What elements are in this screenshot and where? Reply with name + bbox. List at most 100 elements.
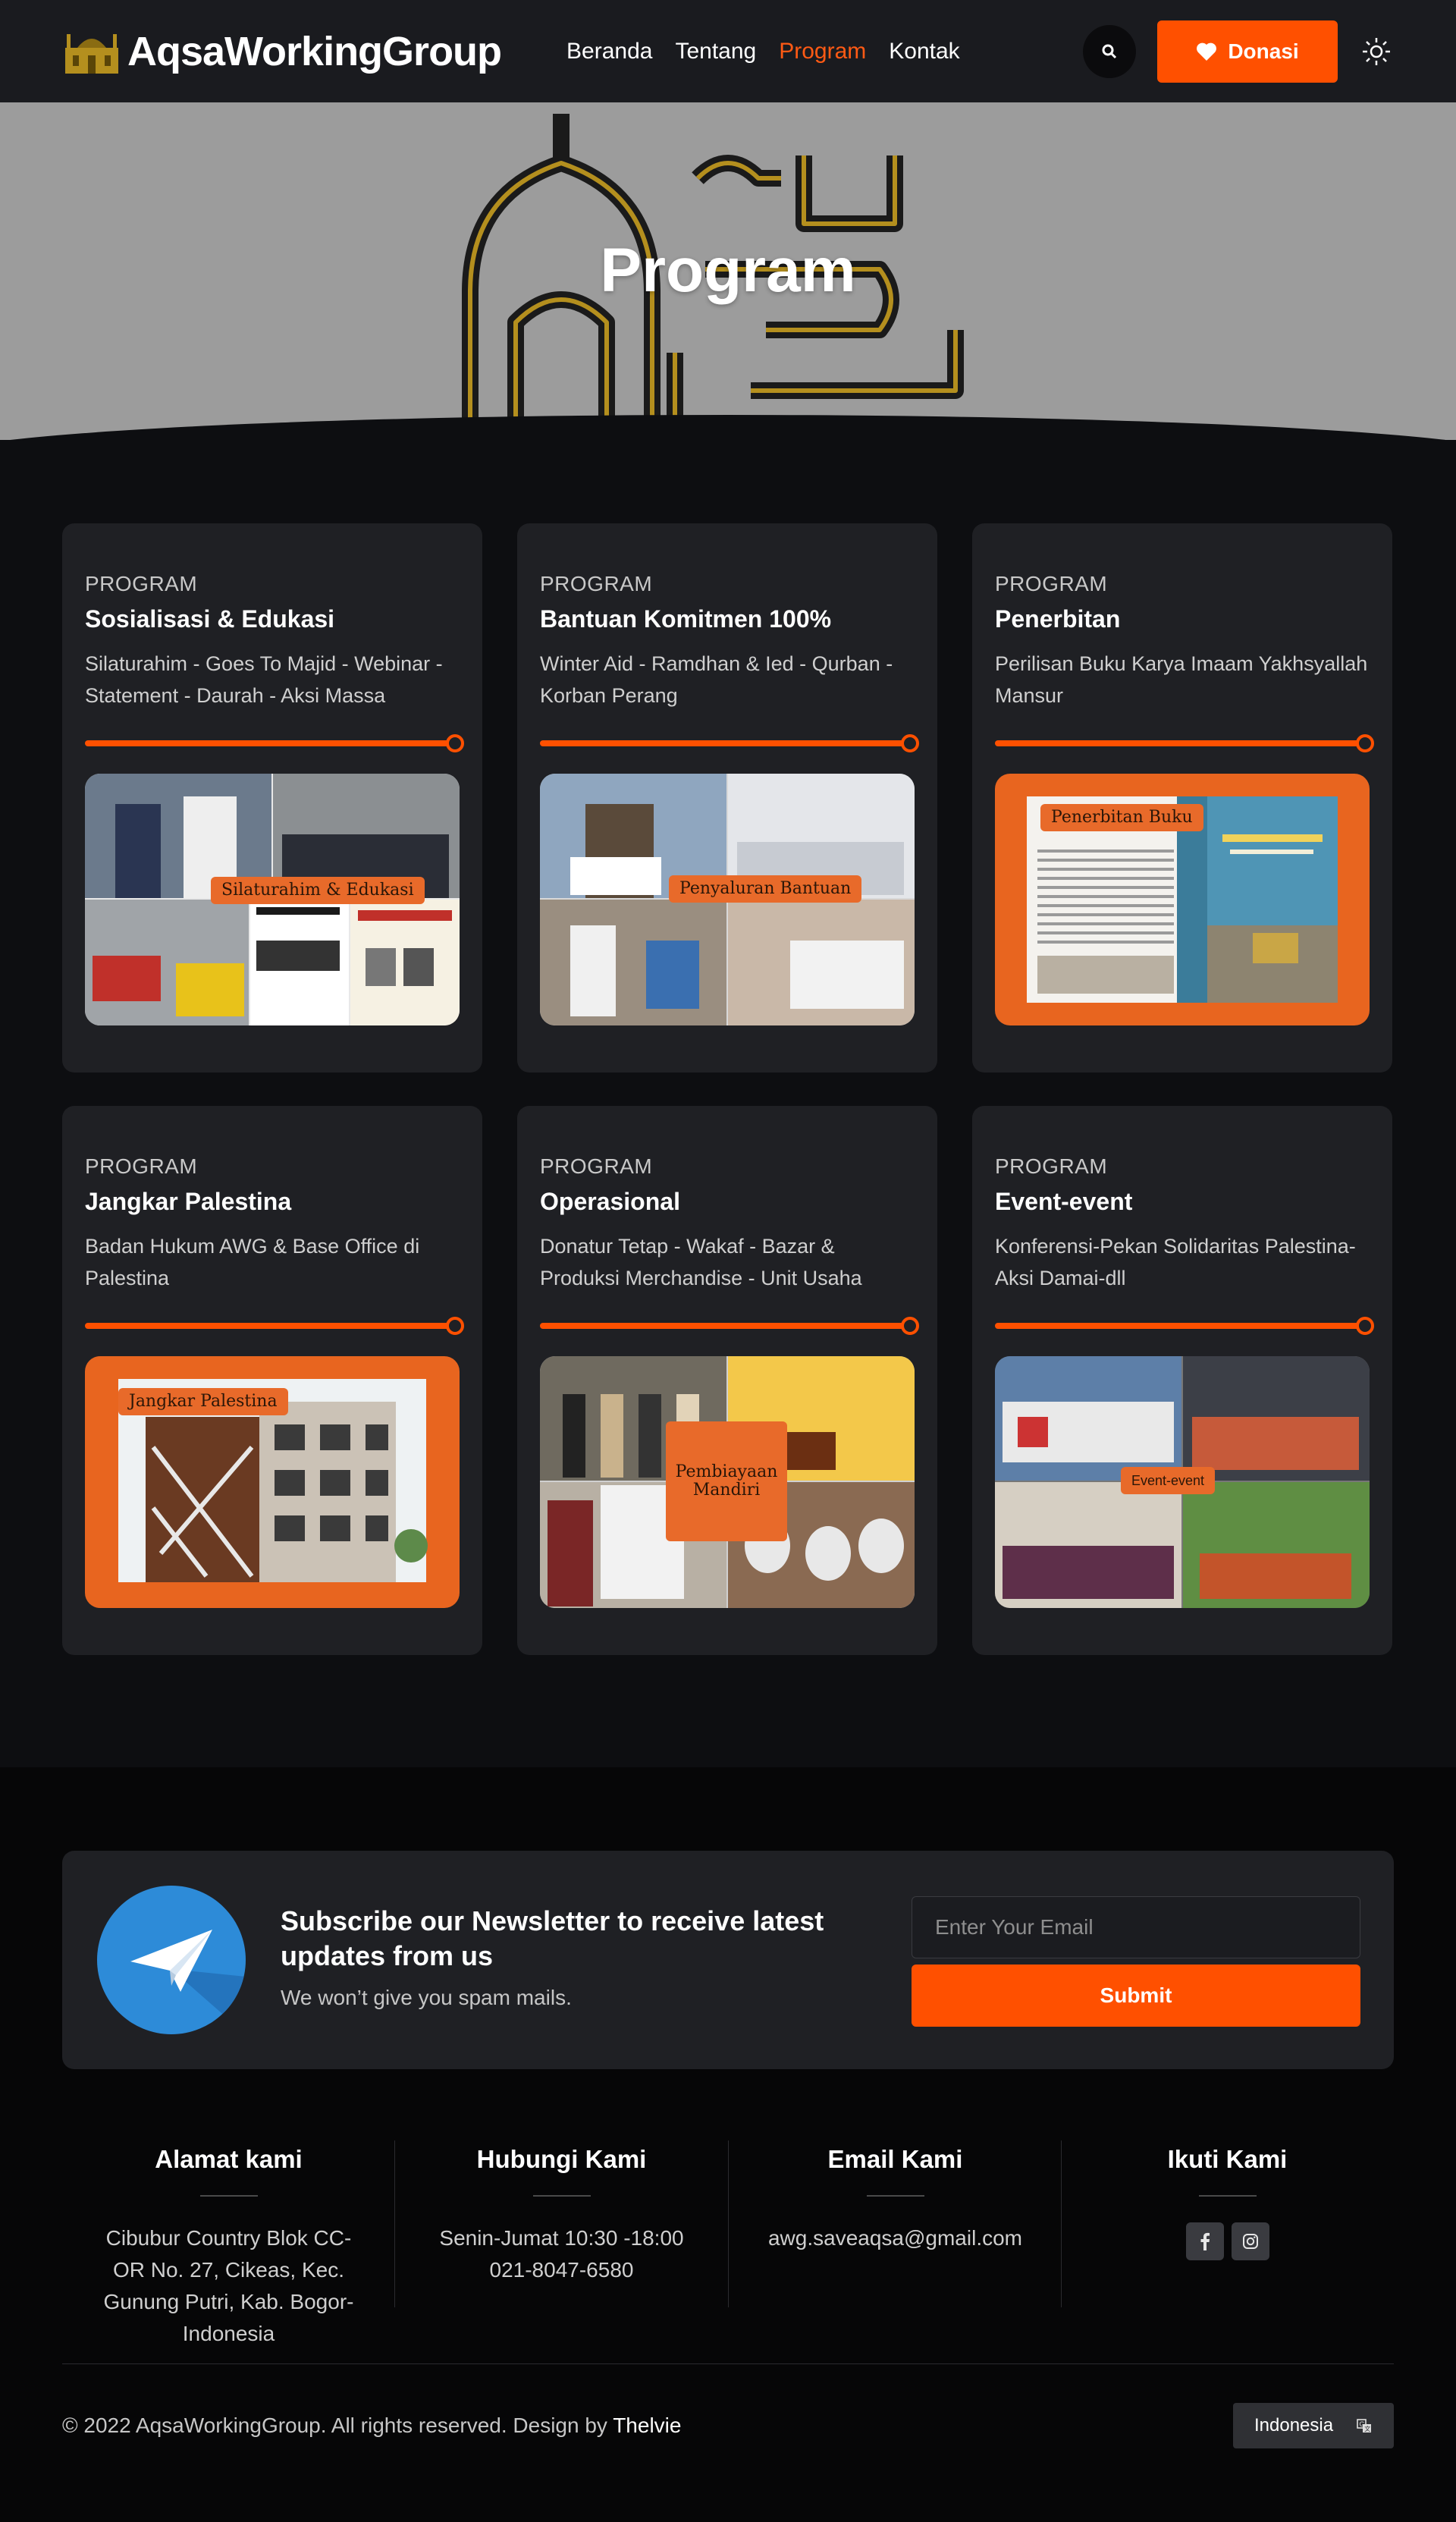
- card-description: Perilisan Buku Karya Imaam Yakhsyallah M…: [995, 652, 1368, 707]
- hero-curve: [0, 415, 1456, 440]
- card-eyebrow: PROGRAM: [540, 572, 653, 595]
- card-eyebrow: PROGRAM: [995, 572, 1108, 595]
- progress-bar: [85, 734, 464, 752]
- program-card-bantuan[interactable]: PROGRAM Bantuan Komitmen 100% Winter Aid…: [517, 523, 937, 1073]
- submit-button[interactable]: Submit: [912, 1965, 1360, 2027]
- heart-icon: [1197, 42, 1217, 61]
- card-image-tag: Event-event: [1121, 1467, 1216, 1494]
- card-description: Badan Hukum AWG & Base Office di Palesti…: [85, 1235, 420, 1289]
- card-image-tag: Pembiayaan Mandiri: [666, 1421, 787, 1541]
- card-title: Penerbitan: [995, 605, 1121, 633]
- donate-button[interactable]: Donasi: [1157, 20, 1338, 83]
- office-hours: Senin-Jumat 10:30 -18:00: [439, 2226, 684, 2250]
- card-image-collage[interactable]: Silaturahim & Edukasi: [85, 774, 460, 1025]
- divider: [1198, 2195, 1257, 2197]
- card-eyebrow: PROGRAM: [85, 572, 198, 595]
- card-title: Sosialisasi & Edukasi: [85, 605, 335, 633]
- progress-handle: [446, 1317, 464, 1335]
- footer-email: Email Kami awg.saveaqsa@gmail.com: [729, 2145, 1062, 2254]
- svg-text:文: 文: [1364, 2425, 1370, 2432]
- email-address[interactable]: awg.saveaqsa@gmail.com: [729, 2222, 1062, 2254]
- card-image-building[interactable]: Jangkar Palestina: [85, 1356, 460, 1608]
- card-image-collage[interactable]: Penyaluran Bantuan: [540, 774, 915, 1025]
- divider: [866, 2195, 924, 2197]
- card-image-tag: Silaturahim & Edukasi: [211, 877, 425, 904]
- card-title: Bantuan Komitmen 100%: [540, 605, 832, 633]
- page: { "brand": {"name": "AqsaWorkingGroup", …: [0, 0, 1456, 2522]
- card-image-tag: Jangkar Palestina: [118, 1388, 288, 1415]
- designer-link[interactable]: Thelvie: [613, 2414, 681, 2437]
- newsletter-subtext: We won’t give you spam mails.: [281, 1986, 572, 2009]
- language-label: Indonesia: [1254, 2415, 1334, 2436]
- footer-social: Ikuti Kami: [1061, 2145, 1394, 2260]
- follow-title: Ikuti Kami: [1167, 2145, 1288, 2173]
- mosque-logo-icon: [65, 33, 118, 74]
- progress-handle: [901, 734, 919, 752]
- translate-icon: G 文: [1357, 2419, 1371, 2432]
- brand-logo[interactable]: AqsaWorkingGroup: [62, 28, 502, 75]
- email-title: Email Kami: [827, 2145, 963, 2173]
- card-eyebrow: PROGRAM: [85, 1154, 198, 1178]
- search-icon: [1102, 44, 1117, 58]
- card-title: Operasional: [540, 1188, 680, 1215]
- progress-handle: [446, 734, 464, 752]
- social-links: [1061, 2222, 1394, 2260]
- nav-item-tentang[interactable]: Tentang: [675, 39, 756, 64]
- nav-item-program[interactable]: Program: [779, 39, 866, 64]
- progress-bar: [85, 1317, 464, 1335]
- program-card-penerbitan[interactable]: PROGRAM Penerbitan Perilisan Buku Karya …: [972, 523, 1392, 1073]
- footer-divider: [62, 2363, 1394, 2364]
- card-description: Winter Aid - Ramdhan & Ied - Qurban - Ko…: [540, 652, 893, 707]
- address-text: Cibubur Country Blok CC-OR No. 27, Cikea…: [103, 2226, 354, 2345]
- card-description: Silaturahim - Goes To Majid - Webinar - …: [85, 652, 443, 707]
- divider: [199, 2195, 258, 2197]
- card-eyebrow: PROGRAM: [995, 1154, 1108, 1178]
- footer-address: Alamat kami Cibubur Country Blok CC-OR N…: [62, 2145, 395, 2350]
- card-image-collage[interactable]: Pembiayaan Mandiri: [540, 1356, 915, 1608]
- search-button[interactable]: [1083, 24, 1136, 78]
- card-image-tag: Penyaluran Bantuan: [669, 875, 862, 903]
- brand-name: AqsaWorkingGroup: [127, 28, 502, 74]
- progress-bar: [540, 734, 919, 752]
- copyright: © 2022 AqsaWorkingGroup. All rights rese…: [62, 2414, 681, 2438]
- card-title: Event-event: [995, 1188, 1133, 1215]
- card-title: Jangkar Palestina: [85, 1188, 292, 1215]
- program-card-jangkar[interactable]: PROGRAM Jangkar Palestina Badan Hukum AW…: [62, 1106, 482, 1655]
- language-selector[interactable]: Indonesia G 文: [1233, 2403, 1394, 2448]
- navbar: AqsaWorkingGroup Beranda Tentang Program…: [0, 0, 1456, 102]
- progress-handle: [1356, 1317, 1374, 1335]
- instagram-icon[interactable]: [1231, 2222, 1269, 2260]
- card-eyebrow: PROGRAM: [540, 1154, 653, 1178]
- progress-handle: [901, 1317, 919, 1335]
- sun-icon: [1363, 37, 1390, 65]
- contact-title: Hubungi Kami: [476, 2145, 647, 2173]
- nav-item-beranda[interactable]: Beranda: [566, 39, 652, 64]
- copyright-text: © 2022 AqsaWorkingGroup. All rights rese…: [62, 2414, 607, 2437]
- email-input[interactable]: Enter Your Email: [912, 1896, 1360, 1958]
- card-image-collage[interactable]: Event-event: [995, 1356, 1370, 1608]
- program-card-sosialisasi[interactable]: PROGRAM Sosialisasi & Edukasi Silaturahi…: [62, 523, 482, 1073]
- page-title: Program: [600, 236, 856, 305]
- theme-toggle[interactable]: [1359, 34, 1394, 69]
- facebook-icon[interactable]: [1185, 2222, 1224, 2260]
- footer-contact: Hubungi Kami Senin-Jumat 10:30 -18:00 02…: [395, 2145, 728, 2286]
- card-description: Konferensi-Pekan Solidaritas Palestina-A…: [995, 1235, 1356, 1289]
- card-image-book[interactable]: Penerbitan Buku: [995, 774, 1370, 1025]
- newsletter-box: Subscribe our Newsletter to receive late…: [62, 1851, 1394, 2069]
- donate-label: Donasi: [1228, 39, 1299, 63]
- paper-plane-icon: [97, 1886, 246, 2034]
- card-image-tag: Penerbitan Buku: [1040, 804, 1203, 831]
- phone-number[interactable]: 021-8047-6580: [395, 2254, 728, 2286]
- progress-handle: [1356, 734, 1374, 752]
- program-card-operasional[interactable]: PROGRAM Operasional Donatur Tetap - Waka…: [517, 1106, 937, 1655]
- progress-bar: [540, 1317, 919, 1335]
- progress-bar: [995, 734, 1374, 752]
- progress-bar: [995, 1317, 1374, 1335]
- program-card-event[interactable]: PROGRAM Event-event Konferensi-Pekan Sol…: [972, 1106, 1392, 1655]
- nav-actions: Donasi: [1083, 20, 1394, 83]
- newsletter-heading: Subscribe our Newsletter to receive late…: [281, 1905, 824, 1971]
- main-menu: Beranda Tentang Program Kontak: [566, 39, 960, 64]
- card-description: Donatur Tetap - Wakaf - Bazar & Produksi…: [540, 1235, 862, 1289]
- divider: [532, 2195, 591, 2197]
- nav-item-kontak[interactable]: Kontak: [889, 39, 959, 64]
